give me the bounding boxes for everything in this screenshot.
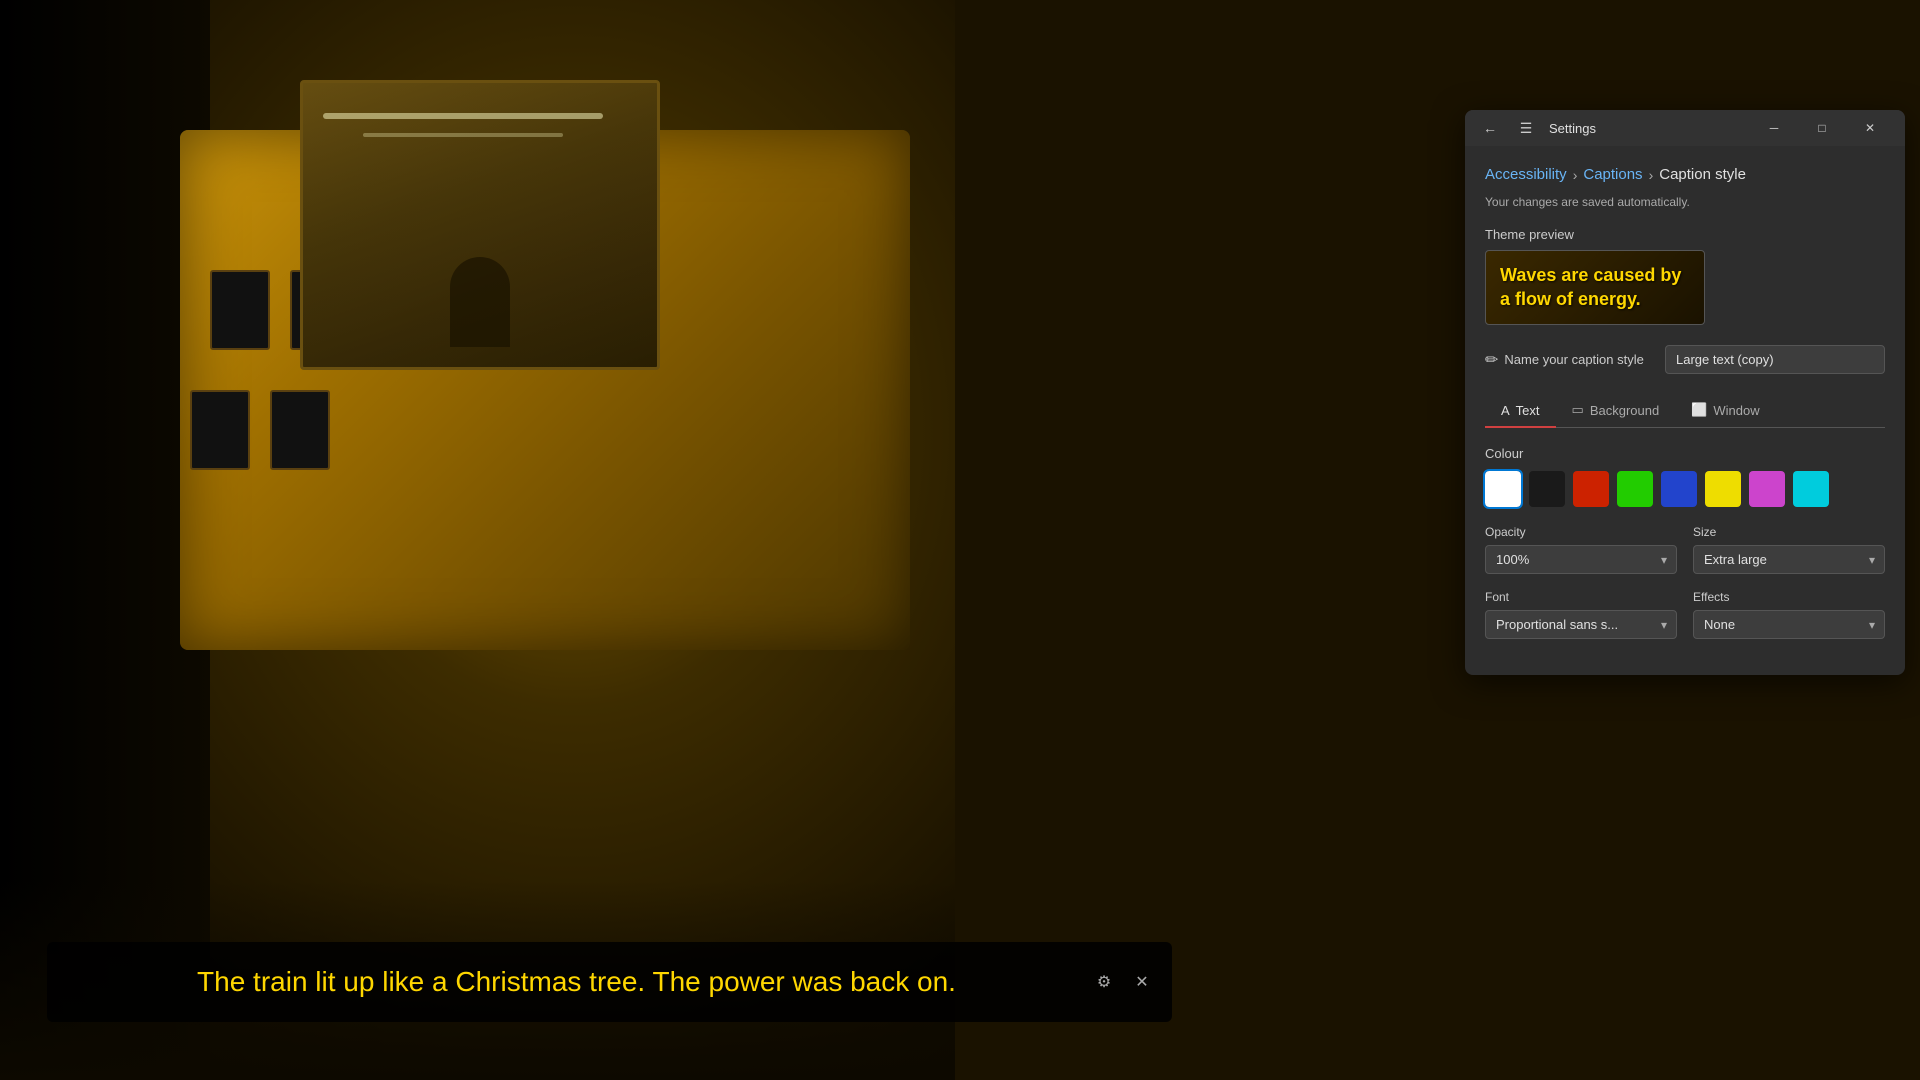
effects-group: Effects None Raised Depressed Uniform Dr…: [1693, 590, 1885, 639]
color-swatch-white[interactable]: [1485, 471, 1521, 507]
color-swatch-red[interactable]: [1573, 471, 1609, 507]
size-group: Size Small Medium Large Extra large: [1693, 525, 1885, 574]
opacity-dropdown-wrapper: 25% 50% 75% 100%: [1485, 545, 1677, 574]
train-scene: [0, 0, 955, 1080]
caption-style-name-input[interactable]: [1665, 345, 1885, 374]
train-small-window-3: [190, 390, 250, 470]
effects-label: Effects: [1693, 590, 1885, 604]
pencil-icon: ✏: [1485, 350, 1498, 370]
caption-close-button[interactable]: ✕: [1128, 968, 1156, 996]
font-group: Font Proportional sans s... Monospace sa…: [1485, 590, 1677, 639]
color-swatch-blue[interactable]: [1661, 471, 1697, 507]
close-button[interactable]: ✕: [1847, 113, 1893, 143]
settings-panel: ← ☰ Settings ─ □ ✕ Accessibility › Capti…: [1465, 110, 1905, 675]
breadcrumb-sep-1: ›: [1573, 167, 1578, 183]
tab-background-label: Background: [1590, 403, 1659, 418]
effects-dropdown[interactable]: None Raised Depressed Uniform Drop shado…: [1693, 610, 1885, 639]
caption-text: The train lit up like a Christmas tree. …: [63, 964, 1090, 1000]
train-small-window-1: [210, 270, 270, 350]
tab-window-label: Window: [1713, 403, 1759, 418]
opacity-size-row: Opacity 25% 50% 75% 100% Size Small Medi…: [1485, 525, 1885, 574]
breadcrumb-sep-2: ›: [1649, 167, 1654, 183]
ceiling-light-2: [363, 133, 563, 137]
minimize-button[interactable]: ─: [1751, 113, 1797, 143]
tab-text[interactable]: A Text: [1485, 394, 1556, 428]
color-swatches: [1485, 471, 1885, 507]
color-swatch-green[interactable]: [1617, 471, 1653, 507]
size-dropdown-wrapper: Small Medium Large Extra large: [1693, 545, 1885, 574]
color-swatch-magenta[interactable]: [1749, 471, 1785, 507]
ceiling-light-1: [323, 113, 603, 119]
maximize-button[interactable]: □: [1799, 113, 1845, 143]
font-effects-row: Font Proportional sans s... Monospace sa…: [1485, 590, 1885, 639]
caption-settings-button[interactable]: ⚙: [1090, 968, 1118, 996]
back-button[interactable]: ←: [1477, 115, 1503, 141]
breadcrumb-accessibility[interactable]: Accessibility: [1485, 166, 1567, 183]
panel-content: Accessibility › Captions › Caption style…: [1465, 146, 1905, 675]
train-small-window-4: [270, 390, 330, 470]
theme-preview-label: Theme preview: [1485, 227, 1885, 242]
color-swatch-yellow[interactable]: [1705, 471, 1741, 507]
auto-save-message: Your changes are saved automatically.: [1485, 195, 1885, 209]
opacity-label: Opacity: [1485, 525, 1677, 539]
tab-text-label: Text: [1516, 403, 1540, 418]
titlebar-left: ← ☰ Settings: [1477, 115, 1596, 141]
window-controls: ─ □ ✕: [1751, 113, 1893, 143]
name-label: ✏ Name your caption style: [1485, 350, 1644, 370]
panel-title-label: Settings: [1549, 121, 1596, 136]
person-silhouette: [450, 257, 510, 347]
effects-dropdown-wrapper: None Raised Depressed Uniform Drop shado…: [1693, 610, 1885, 639]
color-swatch-cyan[interactable]: [1793, 471, 1829, 507]
colour-label: Colour: [1485, 446, 1885, 461]
opacity-group: Opacity 25% 50% 75% 100%: [1485, 525, 1677, 574]
size-dropdown[interactable]: Small Medium Large Extra large: [1693, 545, 1885, 574]
text-tab-icon: A: [1501, 403, 1510, 418]
caption-controls: ⚙ ✕: [1090, 968, 1156, 996]
tab-background[interactable]: ▭ Background: [1556, 394, 1676, 428]
preview-caption-text: Waves are caused by a flow of energy.: [1500, 264, 1690, 311]
opacity-dropdown[interactable]: 25% 50% 75% 100%: [1485, 545, 1677, 574]
menu-button[interactable]: ☰: [1513, 115, 1539, 141]
tab-window[interactable]: ⬜ Window: [1675, 394, 1775, 428]
panel-titlebar: ← ☰ Settings ─ □ ✕: [1465, 110, 1905, 146]
breadcrumb-captions[interactable]: Captions: [1583, 166, 1642, 183]
name-row: ✏ Name your caption style: [1485, 345, 1885, 374]
theme-preview-box: Waves are caused by a flow of energy.: [1485, 250, 1705, 325]
train-main-window: [300, 80, 660, 370]
breadcrumb: Accessibility › Captions › Caption style: [1485, 166, 1885, 183]
font-dropdown[interactable]: Proportional sans s... Monospace sans se…: [1485, 610, 1677, 639]
breadcrumb-caption-style: Caption style: [1659, 166, 1746, 183]
tabs-row: A Text ▭ Background ⬜ Window: [1485, 394, 1885, 428]
caption-bar: The train lit up like a Christmas tree. …: [47, 942, 1172, 1022]
font-label: Font: [1485, 590, 1677, 604]
window-tab-icon: ⬜: [1691, 402, 1707, 418]
size-label: Size: [1693, 525, 1885, 539]
font-dropdown-wrapper: Proportional sans s... Monospace sans se…: [1485, 610, 1677, 639]
name-label-text: Name your caption style: [1504, 352, 1643, 367]
color-swatch-black[interactable]: [1529, 471, 1565, 507]
background-tab-icon: ▭: [1572, 402, 1584, 418]
